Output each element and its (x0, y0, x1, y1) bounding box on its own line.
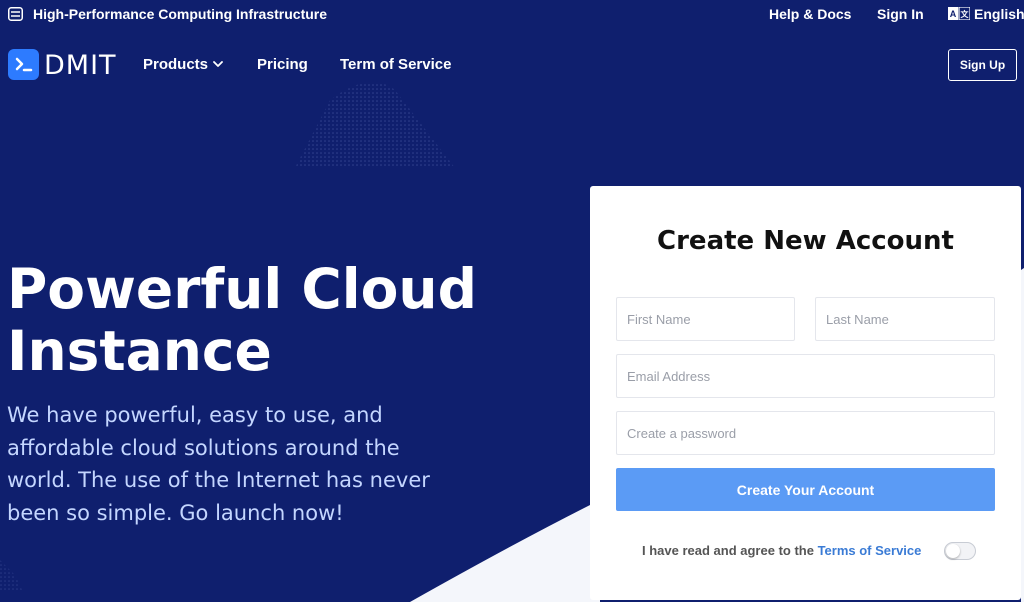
sign-in-link[interactable]: Sign In (877, 6, 924, 22)
sign-up-button[interactable]: Sign Up (948, 49, 1017, 81)
form-title: Create New Account (657, 226, 954, 256)
agree-text: I have read and agree to the (642, 543, 818, 558)
help-docs-link[interactable]: Help & Docs (769, 6, 851, 22)
password-input[interactable] (616, 411, 995, 455)
logo-text[interactable]: DMIT (44, 50, 117, 81)
svg-text:文: 文 (961, 9, 970, 19)
nav-pricing[interactable]: Pricing (257, 56, 308, 73)
server-icon (8, 7, 23, 21)
first-name-input[interactable] (616, 297, 795, 341)
language-selector[interactable]: English (974, 6, 1024, 22)
email-input[interactable] (616, 354, 995, 398)
hero-description: We have powerful, easy to use, and affor… (7, 403, 430, 525)
terms-toggle[interactable] (944, 542, 976, 560)
tagline: High-Performance Computing Infrastructur… (33, 6, 328, 22)
logo-icon[interactable] (8, 49, 39, 80)
top-bar: High-Performance Computing Infrastructur… (0, 0, 1024, 28)
chevron-down-icon[interactable] (213, 61, 223, 68)
terms-of-service-link[interactable]: Terms of Service (818, 543, 922, 558)
translate-icon[interactable]: A 文 (948, 7, 970, 20)
create-account-card: Create New Account Create Your Account I… (590, 186, 1021, 600)
terminal-icon (15, 57, 33, 72)
terms-agreement: I have read and agree to the Terms of Se… (642, 543, 921, 558)
hero-title-line2: Instance (7, 319, 272, 383)
toggle-knob (946, 544, 960, 558)
nav-term-of-service[interactable]: Term of Service (340, 56, 451, 73)
svg-text:A: A (950, 9, 957, 19)
create-account-button[interactable]: Create Your Account (616, 468, 995, 511)
hero-title: Powerful Cloud Instance (7, 258, 567, 382)
last-name-input[interactable] (815, 297, 995, 341)
hero-title-line1: Powerful Cloud (7, 257, 477, 321)
nav-products[interactable]: Products (143, 56, 208, 73)
